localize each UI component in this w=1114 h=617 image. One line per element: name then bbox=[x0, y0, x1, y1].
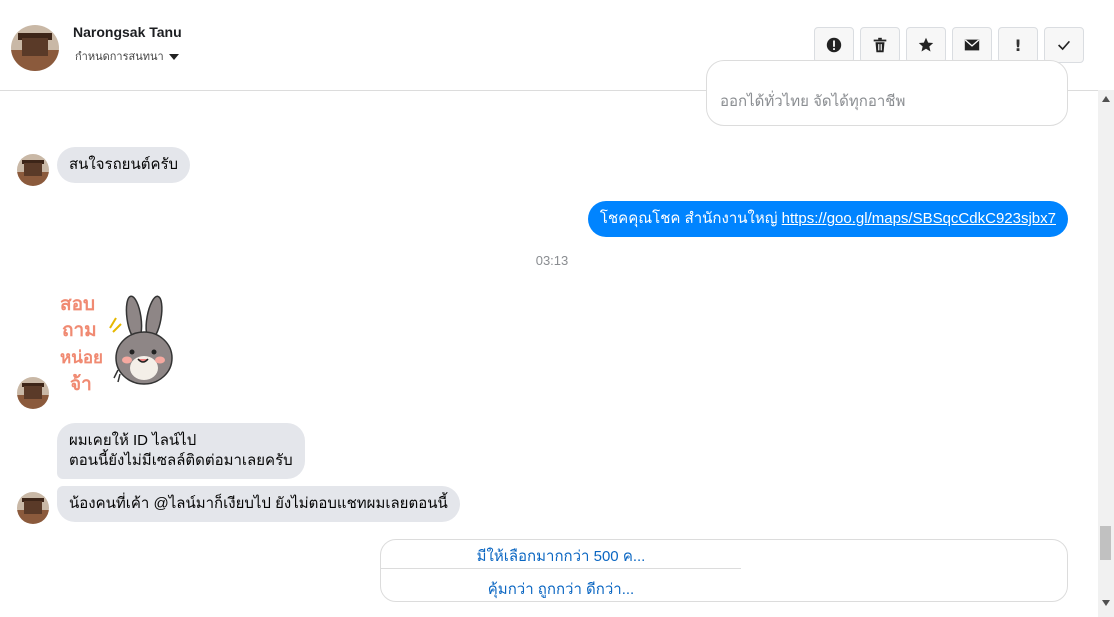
quick-reply-card: มีให้เลือกมากกว่า 500 ค... คุ้มกว่า ถูกก… bbox=[380, 539, 1068, 602]
map-link[interactable]: https://goo.gl/maps/SBSqcCdkC923sjbx7 bbox=[782, 210, 1056, 227]
assign-label: กำหนดการสนทนา bbox=[75, 51, 164, 63]
exclamation-icon: ! bbox=[1014, 35, 1022, 55]
check-icon bbox=[1058, 40, 1071, 51]
sender-avatar[interactable] bbox=[17, 492, 49, 524]
svg-text:จ้า: จ้า bbox=[70, 373, 92, 395]
important-button[interactable]: ! bbox=[998, 27, 1038, 63]
rabbit-sticker-icon: สอบ ถาม หน่อย จ้า bbox=[60, 293, 173, 395]
svg-text:ถาม: ถาม bbox=[62, 319, 97, 341]
assign-conversation-dropdown[interactable]: กำหนดการสนทนา bbox=[75, 47, 179, 65]
toolbar: ! bbox=[814, 27, 1084, 63]
incoming-message[interactable]: สนใจรถยนต์ครับ bbox=[57, 147, 191, 183]
star-icon bbox=[918, 37, 934, 52]
svg-text:สอบ: สอบ bbox=[60, 293, 95, 315]
scrollbar[interactable] bbox=[1098, 90, 1114, 617]
sender-avatar[interactable] bbox=[17, 377, 49, 409]
caret-down-icon bbox=[168, 54, 179, 61]
message-line: ตอนนี้ยังไม่มีเซลล์ติดต่อมาเลยครับ bbox=[69, 452, 293, 469]
card-option[interactable]: มีให้เลือกมากกว่า 500 ค... bbox=[381, 544, 741, 568]
timestamp: 03:13 bbox=[535, 253, 569, 268]
card-option[interactable]: คุ้มกว่า ถูกกว่า ดีกว่า... bbox=[381, 577, 741, 601]
mark-unread-button[interactable] bbox=[952, 27, 992, 63]
message-line: ผมเคยให้ ID ไลน์ไป bbox=[69, 432, 197, 449]
done-button[interactable] bbox=[1044, 27, 1084, 63]
sticker-rabbit[interactable]: สอบ ถาม หน่อย จ้า bbox=[58, 288, 178, 398]
scroll-down-arrow-icon[interactable] bbox=[1102, 600, 1110, 606]
outgoing-card: ออกได้ทั่วไทย จัดได้ทุกอาชีพ bbox=[706, 60, 1068, 126]
spam-button[interactable] bbox=[814, 27, 854, 63]
incoming-message[interactable]: ผมเคยให้ ID ไลน์ไป ตอนนี้ยังไม่มีเซลล์ติ… bbox=[57, 423, 305, 479]
trash-icon bbox=[873, 37, 887, 53]
contact-avatar[interactable] bbox=[11, 25, 59, 71]
envelope-icon bbox=[964, 39, 980, 51]
card-text: ออกได้ทั่วไทย จัดได้ทุกอาชีพ bbox=[720, 93, 906, 110]
star-button[interactable] bbox=[906, 27, 946, 63]
outgoing-message[interactable]: โชคคุณโชค สำนักงานใหญ่ https://goo.gl/ma… bbox=[587, 201, 1068, 237]
incoming-message[interactable]: น้องคนที่เค้า @ไลน์มาก็เงียบไป ยังไม่ตอบ… bbox=[57, 486, 460, 522]
scroll-thumb[interactable] bbox=[1100, 526, 1111, 560]
svg-text:หน่อย: หน่อย bbox=[60, 348, 103, 368]
alert-circle-icon bbox=[826, 37, 842, 53]
sender-avatar[interactable] bbox=[17, 154, 49, 186]
contact-name[interactable]: Narongsak Tanu bbox=[73, 24, 182, 40]
message-text: โชคคุณโชค สำนักงานใหญ่ bbox=[599, 210, 782, 227]
scroll-up-arrow-icon[interactable] bbox=[1102, 96, 1110, 102]
divider bbox=[381, 568, 741, 569]
delete-button[interactable] bbox=[860, 27, 900, 63]
